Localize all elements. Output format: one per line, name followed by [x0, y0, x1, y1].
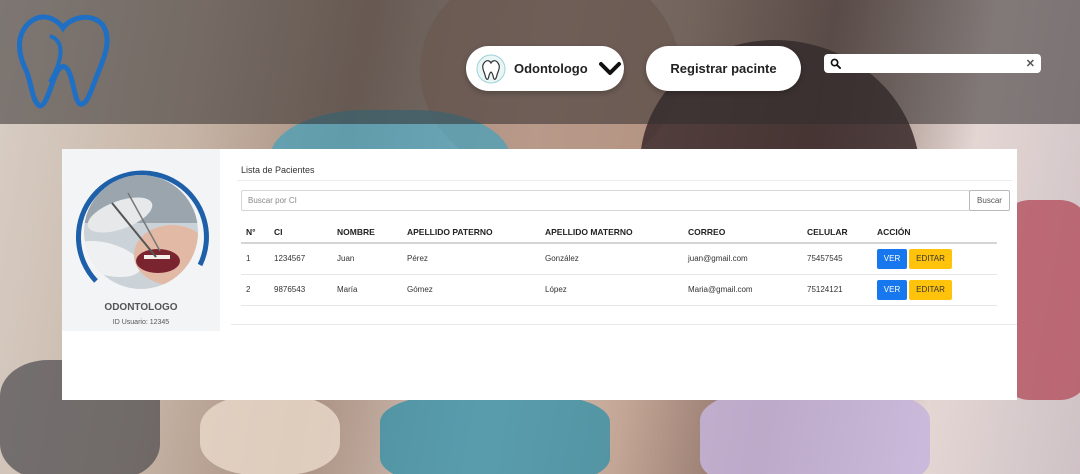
- profile-role: ODONTOLOGO: [104, 302, 178, 313]
- patient-list-title: Lista de Pacientes: [241, 165, 315, 175]
- cell-apellido-paterno: Gómez: [402, 274, 540, 306]
- background-shape: [700, 390, 930, 474]
- view-button[interactable]: VER: [877, 248, 907, 269]
- column-header-ci: CI: [269, 223, 332, 244]
- table-header-row: N° CI NOMBRE APELLIDO PATERNO APELLIDO M…: [241, 223, 997, 244]
- cell-celular: 75457545: [802, 243, 872, 275]
- cell-apellido-materno: González: [540, 243, 683, 275]
- patient-list-section: Lista de Pacientes Buscar N° CI NOMBRE A…: [231, 149, 1017, 325]
- table-row: 1 1234567 Juan Pérez González juan@gmail…: [241, 243, 997, 275]
- cell-correo: juan@gmail.com: [683, 243, 802, 275]
- role-dropdown-label: Odontologo: [514, 61, 588, 76]
- cell-celular: 75124121: [802, 274, 872, 306]
- cell-correo: Maria@gmail.com: [683, 274, 802, 306]
- cell-apellido-paterno: Pérez: [402, 243, 540, 275]
- edit-button[interactable]: EDITAR: [909, 248, 952, 269]
- table-row: 2 9876543 María Gómez López Maria@gmail.…: [241, 274, 997, 306]
- cell-number: 2: [241, 274, 269, 306]
- background-shape: [200, 395, 340, 474]
- patients-table: N° CI NOMBRE APELLIDO PATERNO APELLIDO M…: [241, 223, 997, 306]
- divider: [237, 180, 1012, 181]
- cell-nombre: Juan: [332, 243, 402, 275]
- ci-search-input[interactable]: [241, 190, 970, 211]
- background-shape: [380, 395, 610, 474]
- profile-user-id: ID Usuario: 12345: [112, 319, 170, 326]
- avatar: [75, 170, 209, 289]
- main-panel: ODONTOLOGO ID Usuario: 12345 Lista de Pa…: [62, 149, 1017, 400]
- column-header-accion: ACCIÓN: [872, 223, 997, 244]
- column-header-apellido-paterno: APELLIDO PATERNO: [402, 223, 540, 244]
- view-button[interactable]: VER: [877, 279, 907, 300]
- search-icon: [830, 58, 841, 69]
- tooth-icon: [476, 54, 506, 83]
- top-header: Odontologo Registrar pacinte ✕: [0, 0, 1080, 124]
- chevron-down-icon: [598, 61, 621, 75]
- column-header-celular: CELULAR: [802, 223, 872, 244]
- tooth-logo-icon[interactable]: [10, 6, 116, 112]
- column-header-nombre: NOMBRE: [332, 223, 402, 244]
- cell-apellido-materno: López: [540, 274, 683, 306]
- profile-card: ODONTOLOGO ID Usuario: 12345: [62, 149, 220, 331]
- ci-search-button[interactable]: Buscar: [969, 190, 1010, 211]
- register-patient-button[interactable]: Registrar pacinte: [646, 46, 801, 91]
- column-header-number: N°: [241, 223, 269, 244]
- cell-ci: 1234567: [269, 243, 332, 275]
- header-search: ✕: [824, 54, 1041, 73]
- cell-accion: VER EDITAR: [872, 274, 997, 306]
- column-header-correo: CORREO: [683, 223, 802, 244]
- clear-search-icon[interactable]: ✕: [1026, 57, 1035, 70]
- cell-nombre: María: [332, 274, 402, 306]
- role-dropdown[interactable]: Odontologo: [466, 46, 624, 91]
- cell-ci: 9876543: [269, 274, 332, 306]
- column-header-apellido-materno: APELLIDO MATERNO: [540, 223, 683, 244]
- header-search-input[interactable]: [841, 55, 1026, 72]
- edit-button[interactable]: EDITAR: [909, 279, 952, 300]
- cell-number: 1: [241, 243, 269, 275]
- cell-accion: VER EDITAR: [872, 243, 997, 275]
